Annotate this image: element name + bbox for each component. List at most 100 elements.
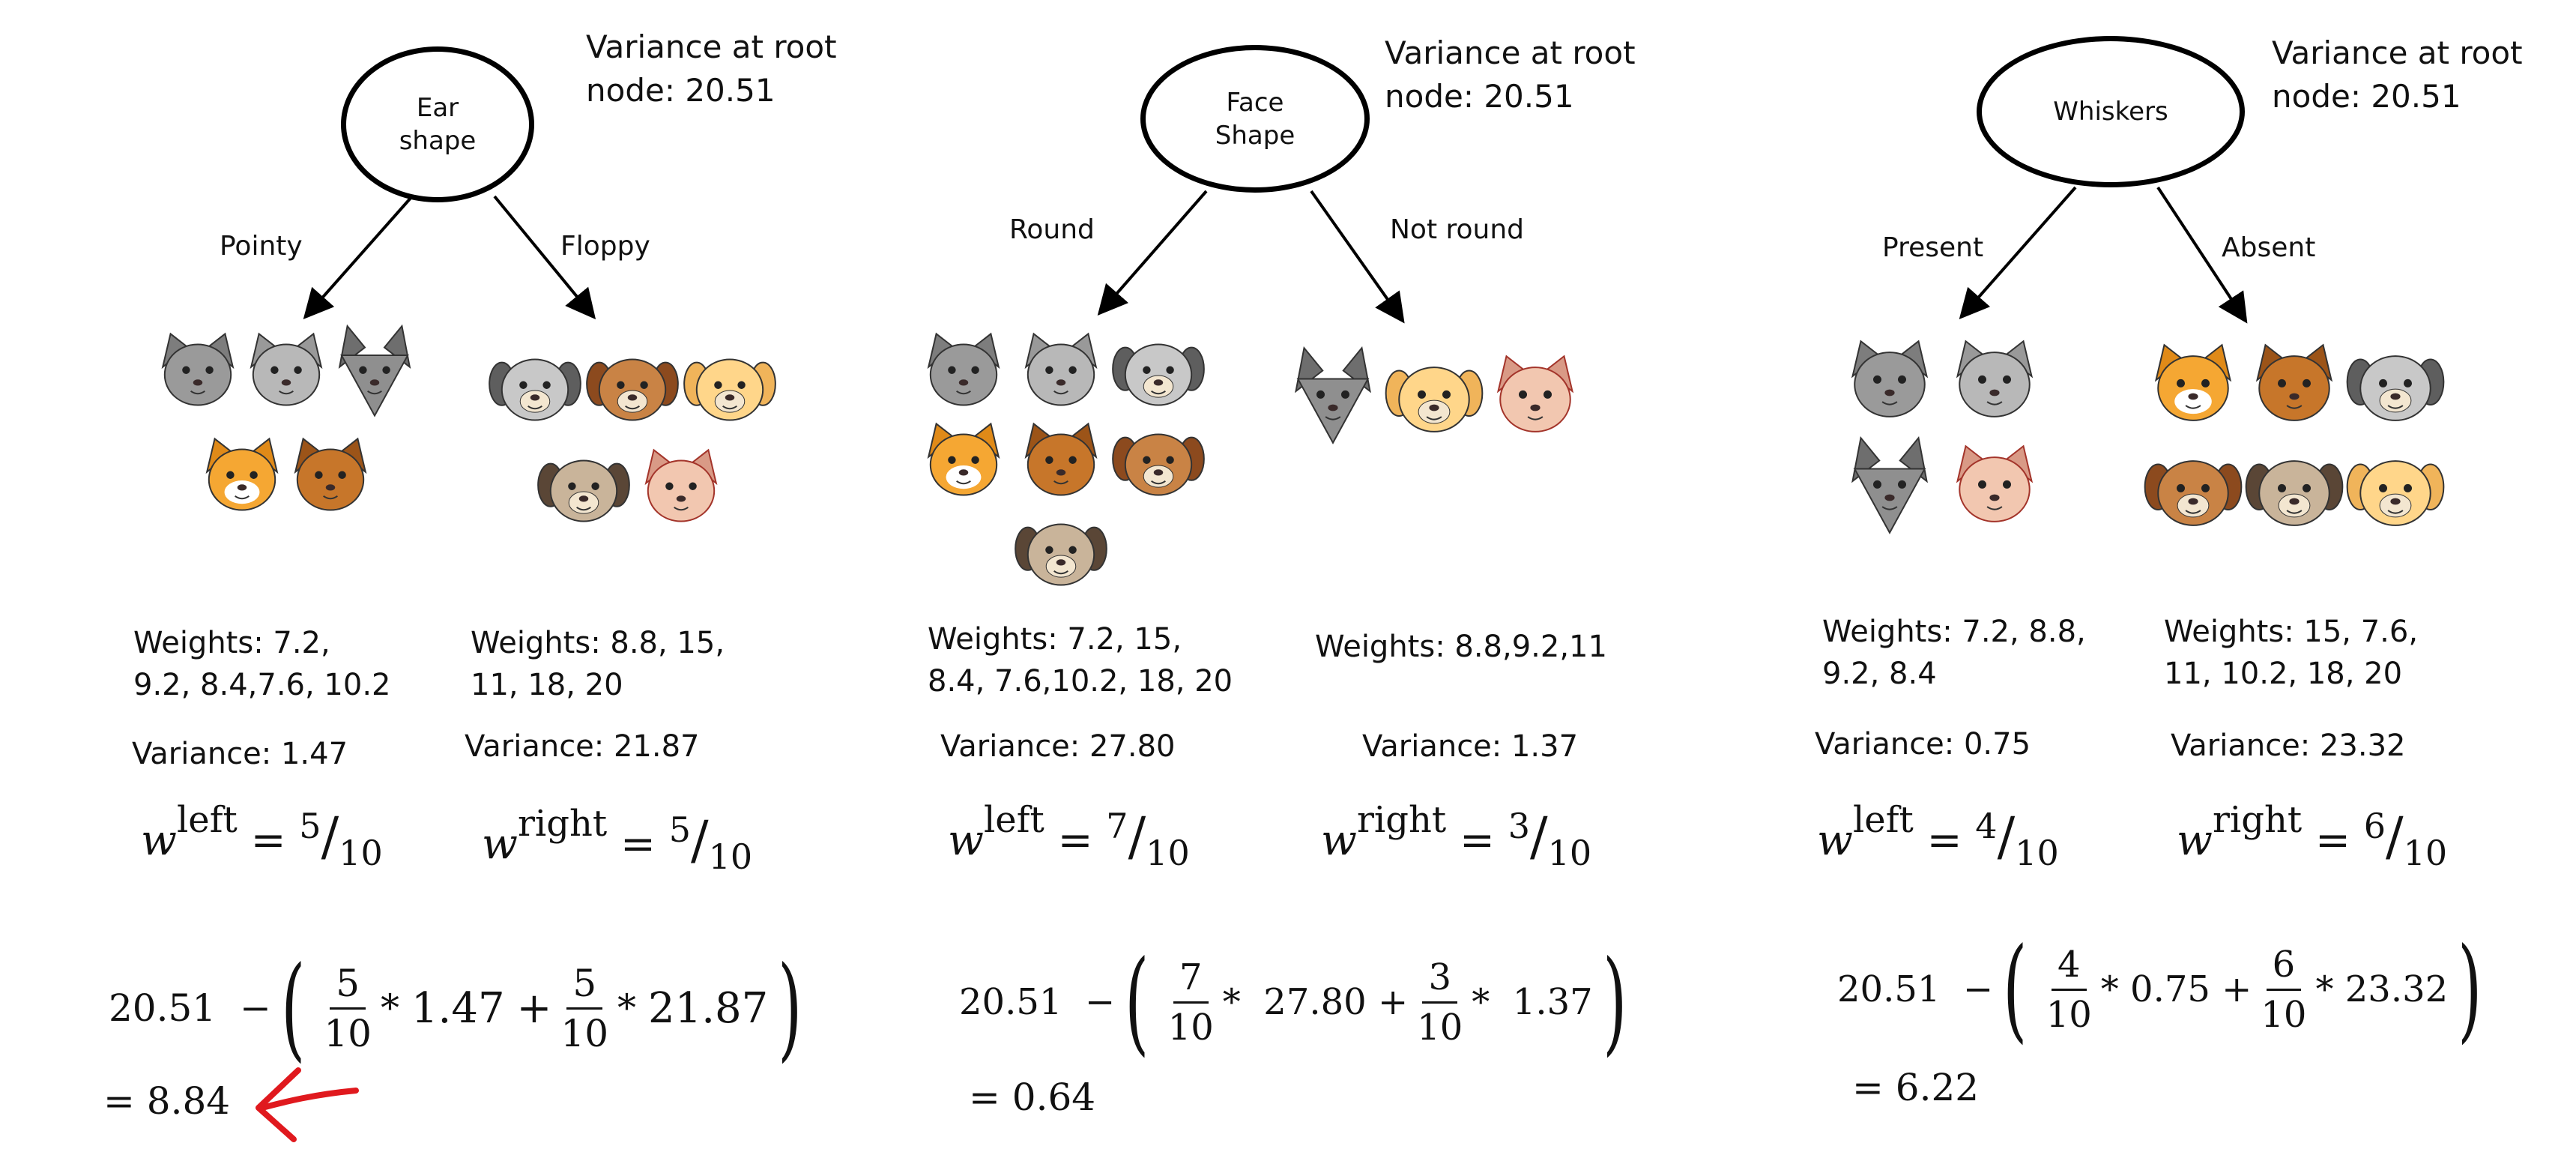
branch-label-floppy: Floppy	[560, 231, 650, 262]
cat-orange-white-icon	[205, 437, 279, 511]
weights-present: Weights: 7.2, 8.8, 9.2, 8.4	[1822, 615, 2086, 691]
numerator: 5	[330, 959, 366, 1010]
node-label-line1: Ear	[416, 93, 459, 123]
denominator: 10	[2046, 993, 2092, 1036]
root-variance-value: 20.51	[109, 986, 217, 1030]
numerator: 4	[2051, 941, 2087, 991]
plus-sign: +	[1377, 981, 1409, 1023]
variance-pointy: Variance: 1.47	[132, 737, 348, 771]
animals-svg	[2144, 343, 2445, 526]
animal-group-not-round	[1283, 345, 1597, 457]
dog-pug-icon	[537, 459, 630, 522]
equals-sign: =	[1057, 816, 1093, 865]
root-node-face-shape: Face Shape	[1140, 45, 1370, 193]
times-sign: *	[1472, 981, 1490, 1023]
weights-not-round: Weights: 8.8,9.2,11	[1315, 630, 1607, 664]
node-label-line2: shape	[399, 126, 477, 156]
animal-group-present	[1839, 330, 2049, 540]
equals-sign: =	[2315, 816, 2350, 865]
cat-gray-icon	[1851, 340, 1929, 417]
cat-brown-icon	[1024, 422, 1098, 496]
close-paren: )	[778, 943, 802, 1073]
w-right-fraction: wright = 3/10	[1321, 799, 1591, 873]
cat-gray-icon	[161, 332, 235, 406]
w-right-fraction: wright = 5/10	[482, 803, 752, 877]
denominator: 10	[324, 1011, 372, 1055]
cat-brown-icon	[2255, 343, 2333, 421]
dog-gray-icon	[1112, 343, 1205, 406]
minus-sign: −	[239, 986, 271, 1030]
cat-wolf-icon	[1851, 435, 1928, 534]
left-variance-value: 1.47	[411, 983, 505, 1033]
variance-round: Variance: 27.80	[940, 729, 1176, 764]
weights-pointy: Weights: 7.2, 9.2, 8.4,7.6, 10.2	[133, 626, 391, 702]
numerator: 3	[1422, 953, 1457, 1004]
gain-result-ear-shape: = 8.84	[103, 1079, 231, 1123]
dog-tan-icon	[683, 358, 776, 421]
face-round-arrow	[1097, 190, 1208, 316]
plus-sign: +	[2222, 968, 2252, 1010]
cat-orange-white-icon	[927, 422, 1000, 496]
cat-orange-white-icon	[2154, 343, 2232, 421]
right-weight-fraction: 6 10	[2255, 941, 2312, 1039]
root-variance-label: Variance at root node: 20.51	[1385, 34, 1636, 115]
denominator: 10	[1417, 1006, 1463, 1049]
right-weight-fraction: 3 10	[1411, 953, 1469, 1052]
w-superscript: left	[176, 799, 238, 841]
fraction-slash: /	[1997, 806, 2016, 867]
weights-round: Weights: 7.2, 15, 8.4, 7.6,10.2, 18, 20	[928, 622, 1233, 699]
numerator: 5	[566, 959, 603, 1010]
w-symbol: w	[948, 816, 984, 865]
right-weight-fraction: 5 10	[554, 959, 614, 1058]
dog-tan-icon	[2346, 460, 2445, 526]
cat-pink-icon	[644, 448, 718, 522]
times-sign: *	[617, 986, 637, 1030]
w-superscript: left	[983, 799, 1044, 841]
animals-svg	[161, 324, 411, 511]
fraction-numerator: 5	[668, 809, 691, 850]
cat-pink-icon	[1496, 355, 1574, 432]
equals-sign: =	[620, 820, 656, 869]
cat-brown-icon	[294, 437, 367, 511]
gain-result-face-shape: = 0.64	[969, 1076, 1096, 1119]
dog-brown-icon	[2144, 460, 2243, 526]
numerator: 7	[1173, 953, 1209, 1004]
left-variance-value: 27.80	[1263, 981, 1367, 1023]
equals-sign: =	[1926, 816, 1962, 865]
times-sign: *	[1222, 981, 1241, 1023]
fraction-numerator: 4	[1975, 806, 1998, 846]
variance-not-round: Variance: 1.37	[1362, 729, 1579, 764]
cat-wolf-icon	[338, 324, 411, 417]
fraction-denominator: 10	[708, 836, 753, 877]
w-symbol: w	[2177, 816, 2213, 865]
open-paren: (	[1125, 937, 1149, 1067]
face-notround-arrow	[1310, 190, 1405, 324]
variance-floppy: Variance: 21.87	[465, 729, 700, 764]
dog-brown-icon	[1112, 433, 1205, 496]
animal-group-round	[916, 322, 1215, 600]
gain-formula-ear-shape: 20.51 − ( 5 10 * 1.47 + 5 10 * 21.87 )	[109, 952, 812, 1064]
animals-svg	[927, 332, 1205, 586]
w-left-fraction: wleft = 4/10	[1817, 799, 2059, 873]
equals-sign: =	[250, 816, 286, 865]
root-variance-value: 20.51	[1837, 968, 1941, 1010]
fraction-slash: /	[691, 809, 709, 871]
w-superscript: right	[2212, 799, 2303, 841]
dog-pug-icon	[1015, 523, 1107, 586]
close-paren: )	[2458, 924, 2482, 1055]
w-symbol: w	[482, 820, 518, 869]
w-left-fraction: wleft = 7/10	[948, 799, 1190, 873]
branch-label-round: Round	[1009, 214, 1095, 245]
node-label-line1: Whiskers	[2053, 97, 2168, 127]
animals-svg	[1851, 340, 2034, 534]
plus-sign: +	[516, 983, 552, 1033]
root-variance-label: Variance at root node: 20.51	[2272, 34, 2523, 115]
fraction-denominator: 10	[2015, 833, 2059, 873]
left-weight-fraction: 5 10	[318, 959, 378, 1058]
right-variance-value: 1.37	[1512, 981, 1593, 1023]
branch-label-present: Present	[1882, 232, 1984, 263]
fraction-denominator: 10	[339, 833, 383, 873]
root-node-whiskers: Whiskers	[1977, 36, 2245, 187]
left-weight-fraction: 4 10	[2040, 941, 2098, 1039]
minus-sign: −	[1084, 981, 1116, 1023]
